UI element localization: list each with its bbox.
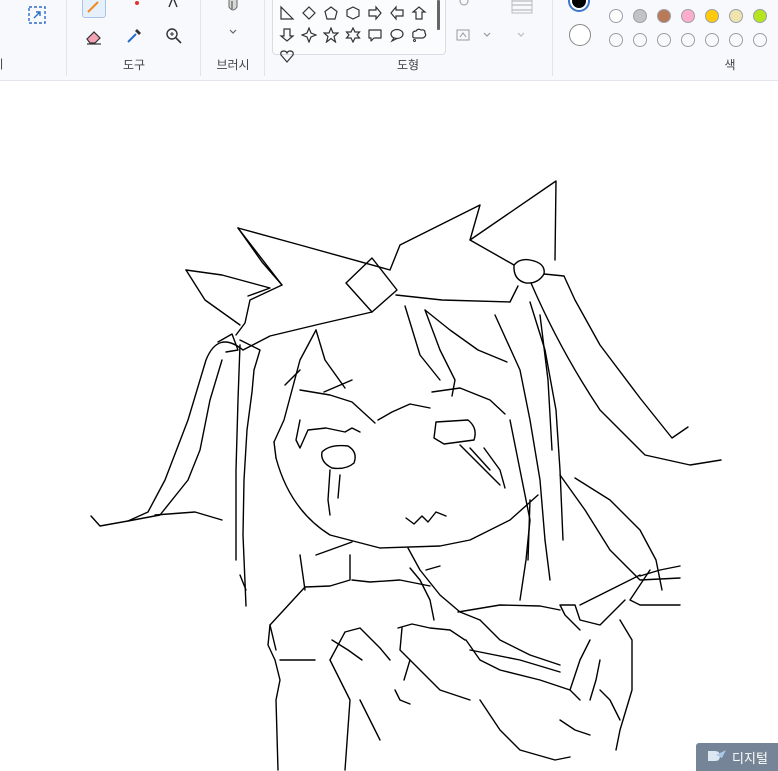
color-swatch-empty[interactable] [657,33,671,47]
pentagon-icon[interactable] [323,5,341,23]
group-label-tools: 도구 [122,58,146,72]
magnifier-icon[interactable] [163,25,185,47]
line-drawing [90,180,722,771]
diamond-icon[interactable] [301,5,319,23]
secondary-color[interactable] [569,24,591,46]
six-point-star-icon[interactable] [345,26,363,45]
color-swatch[interactable] [633,9,647,23]
heart-icon[interactable] [279,48,297,66]
chevron-down-icon[interactable] [222,21,244,43]
group-divider [264,0,265,76]
arrow-left-icon[interactable] [389,5,407,23]
group-divider [66,0,67,76]
hexagon-icon[interactable] [345,5,363,23]
eraser-icon[interactable] [83,25,105,47]
color-swatch[interactable] [681,9,695,23]
cloud-callout-icon[interactable] [411,27,429,45]
oval-callout-icon[interactable] [389,27,407,45]
color-swatch[interactable] [609,9,623,23]
watermark: 디지털 [696,743,778,771]
arrow-up-icon[interactable] [411,5,429,23]
group-label-colors: 색 [724,58,736,72]
watermark-logo-icon [706,748,728,767]
color-swatch[interactable] [729,9,743,23]
color-swatch-empty[interactable] [633,33,647,47]
primary-color-swatch [572,0,586,8]
select-resize-icon[interactable] [26,4,48,26]
chevron-down-icon[interactable] [476,24,498,46]
five-point-star-icon[interactable] [322,26,341,45]
primary-color[interactable] [568,0,590,12]
shapes-scrollbar[interactable] [437,0,440,30]
ribbon-toolbar: | 도구 브러시 도형 색 [0,0,778,81]
watermark-text: 디지털 [732,750,768,766]
outline-icon[interactable] [453,0,475,14]
chevron-down-icon[interactable] [510,24,532,46]
group-label-partial: | [0,56,4,70]
color-swatch-empty[interactable] [705,33,719,47]
text-icon[interactable] [162,0,184,16]
brush-icon[interactable] [222,0,244,18]
pencil-icon[interactable] [82,0,106,18]
fill-icon[interactable] [124,0,146,16]
color-swatch-empty[interactable] [729,33,743,47]
color-swatch[interactable] [657,9,671,23]
four-point-star-icon[interactable] [300,26,319,45]
color-swatch[interactable] [705,9,719,23]
arrow-right-icon[interactable] [367,5,385,23]
size-icon[interactable] [508,0,536,18]
color-picker-icon[interactable] [123,25,145,47]
rect-callout-icon[interactable] [367,27,385,45]
group-divider [552,0,553,76]
group-label-shapes: 도형 [396,58,420,72]
color-swatch-empty[interactable] [753,33,767,47]
color-swatch-empty[interactable] [681,33,695,47]
arrow-down-icon[interactable] [279,27,297,45]
color-swatch[interactable] [753,9,767,23]
right-triangle-icon[interactable] [279,5,297,23]
group-label-brushes: 브러시 [216,58,250,72]
group-divider [200,0,201,76]
fill-shape-icon[interactable] [453,24,475,46]
drawing-canvas[interactable] [0,81,778,771]
color-swatch-empty[interactable] [609,33,623,47]
